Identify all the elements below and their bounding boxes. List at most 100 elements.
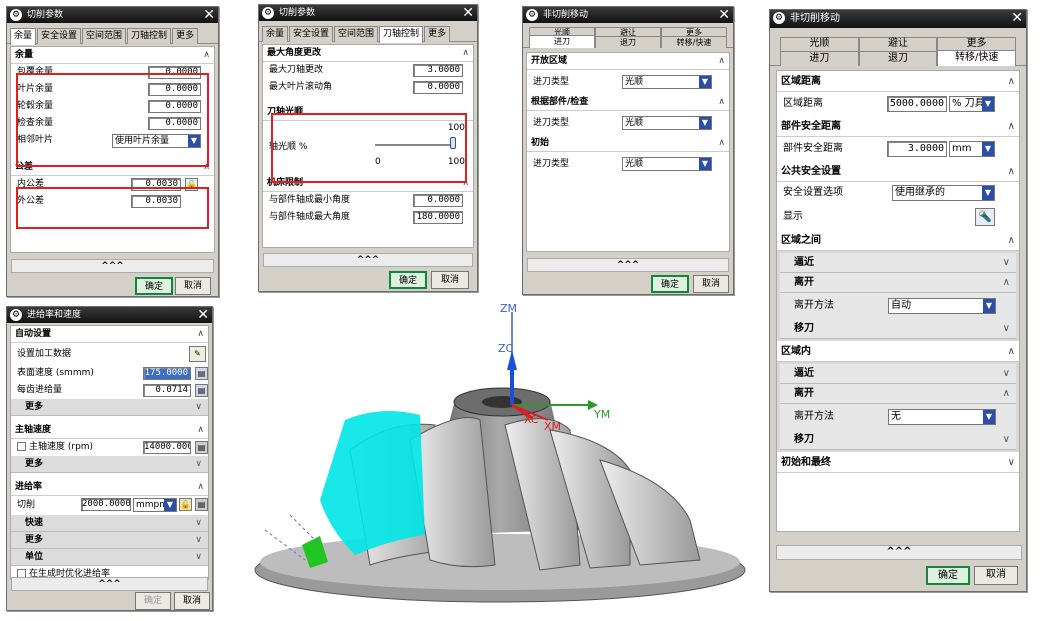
blade-stock-input[interactable]: 0.0000 <box>148 83 201 96</box>
wrap-stock-input[interactable]: 0.0000 <box>148 66 201 79</box>
section-part-check[interactable]: 根据部件/检查 ∧ <box>527 94 729 111</box>
tab-more[interactable]: 更多 <box>172 28 199 44</box>
engage-type-select[interactable]: 光顺 ▼ <box>622 75 712 89</box>
subsection-more[interactable]: 更多 ∨ <box>11 532 208 549</box>
calc-icon[interactable]: ▤ <box>195 498 208 511</box>
section-between-zones[interactable]: 区域之间 ∧ <box>777 230 1019 251</box>
section-initial[interactable]: 初始 ∧ <box>527 135 729 152</box>
tab-more[interactable]: 更多 <box>937 37 1017 51</box>
close-icon[interactable]: ✕ <box>1011 10 1023 26</box>
subsection-depart[interactable]: 离开 ∧ <box>780 384 1016 404</box>
slider-handle[interactable] <box>450 137 456 149</box>
hub-stock-input[interactable]: 0.0000 <box>148 100 201 113</box>
calc-icon[interactable]: ▤ <box>195 384 208 397</box>
cancel-button[interactable]: 取消 <box>175 277 211 295</box>
outtol-input[interactable]: 0.0030 <box>131 195 181 208</box>
section-common-safe[interactable]: 公共安全设置 ∧ <box>777 161 1019 182</box>
part-unit-select[interactable]: mm ▼ <box>949 141 995 157</box>
tab-stock[interactable]: 余量 <box>10 28 37 45</box>
slider-track[interactable] <box>375 144 455 146</box>
tab-safety[interactable]: 安全设置 <box>289 26 334 42</box>
max-axis-change-input[interactable]: 3.0000 <box>413 64 463 77</box>
intol-input[interactable]: 0.0030 <box>131 178 181 191</box>
tab-space[interactable]: 空间范围 <box>82 28 127 44</box>
ok-button[interactable]: 确定 <box>135 277 173 295</box>
subsection-transfer[interactable]: 移刀 ∨ <box>780 430 1016 450</box>
ok-button[interactable]: 确定 <box>135 592 171 610</box>
engage-type-select[interactable]: 光顺 ▼ <box>622 116 712 130</box>
section-within-zone[interactable]: 区域内 ∧ <box>777 341 1019 362</box>
spindle-speed-input[interactable]: 14000.000 <box>143 441 191 454</box>
depart-method-select[interactable]: 无 ▼ <box>888 409 996 425</box>
tab-more[interactable]: 更多 <box>424 26 451 42</box>
section-open-area[interactable]: 开放区域 ∧ <box>527 53 729 70</box>
cancel-button[interactable]: 取消 <box>974 566 1018 585</box>
section-initial-final[interactable]: 初始和最终 ∨ <box>777 452 1019 473</box>
tab-safety[interactable]: 安全设置 <box>37 28 82 44</box>
adjacent-blade-select[interactable]: 使用叶片余量 ▼ <box>112 134 201 148</box>
close-icon[interactable]: ✕ <box>197 307 209 323</box>
expand-toggle[interactable]: ^^^ <box>776 545 1022 560</box>
expand-toggle[interactable]: ^^^ <box>263 253 473 267</box>
tab-transfer[interactable]: 转移/快速 <box>661 36 727 48</box>
calc-icon[interactable]: ▤ <box>195 367 208 380</box>
subsection-more[interactable]: 更多 ∨ <box>11 399 208 416</box>
part-safe-input[interactable]: 3.0000 <box>887 141 947 157</box>
zone-unit-select[interactable]: % 刀具 ▼ <box>949 96 995 112</box>
tab-stock[interactable]: 余量 <box>262 26 289 42</box>
lock-icon[interactable]: 🔓 <box>179 498 192 511</box>
check-stock-input[interactable]: 0.0000 <box>148 117 201 130</box>
surface-speed-input[interactable]: 175.0000 <box>143 367 191 380</box>
feed-unit-select[interactable]: mmpm ▼ <box>133 498 177 512</box>
section-machine-limit[interactable]: 机床限制 ∧ <box>263 175 473 192</box>
calc-icon[interactable]: ▤ <box>195 441 208 454</box>
section-tolerance[interactable]: 公差 ∧ <box>11 159 214 176</box>
section-stock[interactable]: 余量 ∧ <box>11 47 214 64</box>
section-feed[interactable]: 进给率 ∧ <box>11 479 208 496</box>
section-auto[interactable]: 自动设置 ∧ <box>11 326 208 343</box>
close-icon[interactable]: ✕ <box>203 7 215 23</box>
lock-icon[interactable]: 🔓 <box>185 178 198 191</box>
tab-space[interactable]: 空间范围 <box>334 26 379 42</box>
subsection-approach[interactable]: 逼近 ∨ <box>780 364 1016 384</box>
depart-method-select[interactable]: 自动 ▼ <box>888 298 996 314</box>
cancel-button[interactable]: 取消 <box>431 271 469 289</box>
tab-engage[interactable]: 进刀 <box>780 51 859 66</box>
expand-toggle[interactable]: ^^^ <box>11 259 214 273</box>
cancel-button[interactable]: 取消 <box>174 592 210 610</box>
subsection-depart[interactable]: 离开 ∧ <box>780 273 1016 293</box>
tab-retract[interactable]: 退刀 <box>595 36 661 48</box>
subsection-fast[interactable]: 快速 ∨ <box>11 515 208 532</box>
feed-per-tooth-input[interactable]: 0.0714 <box>143 384 191 397</box>
min-angle-input[interactable]: 0.0000 <box>413 194 463 207</box>
close-icon[interactable]: ✕ <box>462 5 474 21</box>
tab-engage[interactable]: 进刀 <box>529 35 595 48</box>
spindle-checkbox[interactable] <box>17 442 26 451</box>
zone-distance-input[interactable]: 5000.0000 <box>887 96 947 112</box>
cancel-button[interactable]: 取消 <box>693 275 729 293</box>
subsection-approach[interactable]: 逼近 ∨ <box>780 253 1016 273</box>
tab-smooth[interactable]: 光顺 <box>780 37 859 51</box>
ok-button[interactable]: 确定 <box>389 271 427 289</box>
tab-axis[interactable]: 刀轴控制 <box>379 26 424 43</box>
max-angle-input[interactable]: 180.0000 <box>413 211 463 224</box>
engage-type-select[interactable]: 光顺 ▼ <box>622 157 712 171</box>
tab-avoid[interactable]: 避让 <box>858 37 938 51</box>
section-spindle[interactable]: 主轴速度 ∧ <box>11 422 208 439</box>
safe-option-select[interactable]: 使用继承的 ▼ <box>892 185 995 201</box>
section-part-safe[interactable]: 部件安全距离 ∧ <box>777 116 1019 137</box>
close-icon[interactable]: ✕ <box>718 7 730 23</box>
ok-button[interactable]: 确定 <box>651 275 689 293</box>
section-zone-distance[interactable]: 区域距离 ∧ <box>777 71 1019 92</box>
tab-retract[interactable]: 退刀 <box>858 51 938 66</box>
section-max-angle[interactable]: 最大角度更改 ∧ <box>263 45 473 62</box>
cut-feed-input[interactable]: 2000.0000 <box>81 498 131 511</box>
expand-toggle[interactable]: ^^^ <box>527 258 729 272</box>
subsection-more[interactable]: 更多 ∨ <box>11 456 208 473</box>
expand-toggle[interactable]: ^^^ <box>11 577 208 591</box>
tab-axis[interactable]: 刀轴控制 <box>127 28 172 44</box>
ok-button[interactable]: 确定 <box>926 566 970 585</box>
subsection-units[interactable]: 单位 ∨ <box>11 549 208 566</box>
calculator-icon[interactable]: ✎ <box>189 346 206 362</box>
max-roll-input[interactable]: 0.0000 <box>413 81 463 94</box>
